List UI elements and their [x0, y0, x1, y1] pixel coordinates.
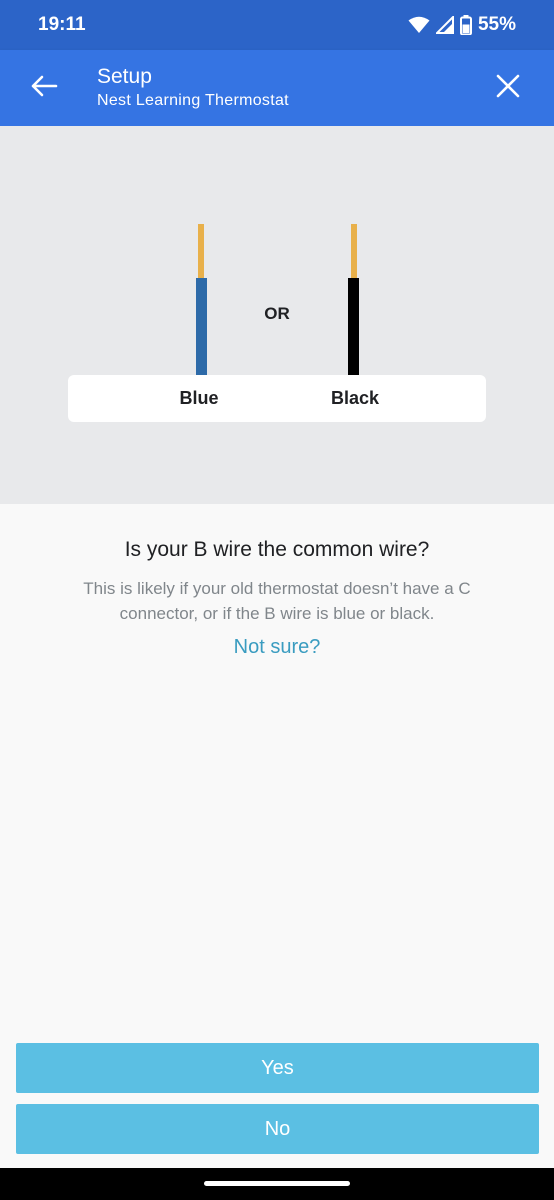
status-icons: 55%	[408, 14, 516, 36]
close-button[interactable]	[486, 66, 530, 110]
blue-wire	[196, 278, 207, 377]
black-wire-tip	[351, 224, 357, 280]
cellular-signal-icon	[435, 16, 454, 34]
wire-illustration: OR Blue Black	[0, 126, 554, 504]
blue-wire-tip	[198, 224, 204, 280]
back-button[interactable]	[22, 66, 66, 110]
wifi-icon	[408, 16, 430, 34]
or-label: OR	[264, 304, 290, 323]
system-nav-bar	[0, 1168, 554, 1200]
no-button[interactable]: No	[16, 1104, 539, 1154]
battery-icon	[459, 15, 472, 35]
question-description: This is likely if your old thermostat do…	[83, 579, 471, 623]
home-gesture-handle[interactable]	[204, 1181, 350, 1186]
app-bar: Setup Nest Learning Thermostat	[0, 50, 554, 126]
yes-button[interactable]: Yes	[16, 1043, 539, 1093]
page-subtitle: Nest Learning Thermostat	[97, 92, 289, 109]
black-wire-label: Black	[330, 388, 380, 408]
battery-percent: 55%	[477, 14, 516, 35]
status-time: 19:11	[38, 14, 86, 35]
question-heading: Is your B wire the common wire?	[124, 538, 430, 561]
not-sure-link[interactable]: Not sure?	[0, 636, 554, 659]
close-icon	[496, 74, 520, 103]
wire-label-card: Blue Black	[68, 375, 486, 422]
status-bar: 19:11 55%	[0, 0, 554, 50]
black-wire	[348, 278, 359, 377]
page-title: Setup	[97, 65, 152, 88]
blue-wire-label: Blue	[179, 388, 219, 408]
arrow-back-icon	[30, 74, 58, 103]
